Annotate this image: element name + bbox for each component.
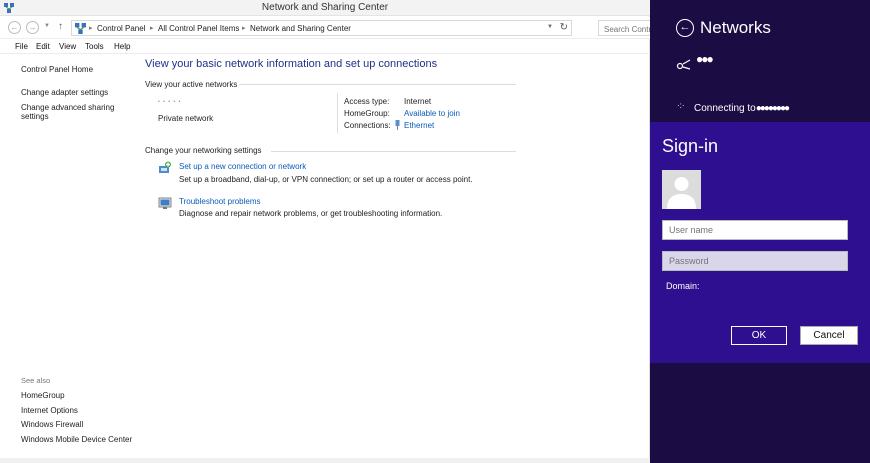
network-name-obscured: ●●●: [696, 52, 714, 66]
breadcrumb-separator[interactable]: ▸: [242, 24, 246, 32]
access-type-label: Access type:: [344, 97, 390, 106]
setup-connection-link[interactable]: Set up a new connection or network: [179, 162, 306, 171]
page-title: View your basic network information and …: [145, 58, 438, 70]
password-input[interactable]: [662, 251, 848, 271]
connecting-text: Connecting to: [694, 103, 756, 114]
cancel-button[interactable]: Cancel: [800, 326, 858, 345]
network-name-obscured: • • • • •: [158, 99, 182, 105]
section-divider: [239, 84, 516, 85]
menu-file[interactable]: File: [15, 42, 28, 51]
breadcrumb[interactable]: ▸ Control Panel ▸ All Control Panel Item…: [71, 20, 572, 36]
window-bottom-border: [0, 458, 650, 463]
search-input[interactable]: [598, 20, 650, 36]
menu-tools[interactable]: Tools: [85, 42, 104, 51]
breadcrumb-all-items[interactable]: All Control Panel Items: [158, 24, 239, 33]
breadcrumb-separator[interactable]: ▸: [150, 24, 154, 32]
recent-locations-dropdown[interactable]: ▼: [44, 23, 50, 29]
new-connection-icon: [159, 161, 171, 173]
see-also-windows-firewall-link[interactable]: Windows Firewall: [21, 420, 83, 429]
homegroup-link[interactable]: Available to join: [404, 109, 460, 118]
menu-view[interactable]: View: [59, 42, 76, 51]
menu-help[interactable]: Help: [114, 42, 130, 51]
signin-dialog: Sign-in Domain: OK Cancel: [650, 122, 870, 363]
connections-label: Connections:: [344, 121, 391, 130]
breadcrumb-network-center[interactable]: Network and Sharing Center: [250, 24, 351, 33]
window-title: Network and Sharing Center: [261, 2, 389, 13]
address-toolbar: ← → ▼ ↑ ▸ Control Panel ▸ All Control Pa…: [0, 17, 650, 39]
change-advanced-sharing-link-line2[interactable]: settings: [21, 112, 49, 121]
network-center-icon: [75, 23, 86, 34]
see-also-mobile-device-center-link[interactable]: Windows Mobile Device Center: [21, 435, 132, 444]
back-arrow-icon[interactable]: ←: [676, 19, 694, 37]
control-panel-home-link[interactable]: Control Panel Home: [21, 65, 93, 74]
access-type-value: Internet: [404, 97, 432, 106]
refresh-icon[interactable]: ↻: [560, 22, 568, 33]
network-type-label: Private network: [158, 114, 214, 123]
spinner-icon: ·:·: [677, 101, 685, 110]
ethernet-link[interactable]: Ethernet: [404, 121, 434, 130]
network-name-obscured: ●●●●●●●●: [755, 103, 790, 114]
user-avatar-icon: [662, 170, 701, 209]
troubleshoot-link[interactable]: Troubleshoot problems: [179, 197, 261, 206]
menu-edit[interactable]: Edit: [36, 42, 50, 51]
wifi-icon[interactable]: [676, 58, 694, 70]
breadcrumb-control-panel[interactable]: Control Panel: [97, 24, 145, 33]
setup-connection-description: Set up a broadband, dial-up, or VPN conn…: [179, 175, 473, 184]
signin-title: Sign-in: [662, 136, 719, 156]
see-also-label: See also: [21, 376, 51, 385]
address-dropdown[interactable]: ▼: [547, 24, 553, 30]
see-also-homegroup-link[interactable]: HomeGroup: [21, 391, 65, 400]
connecting-status: Connecting to●●●●●●●●: [694, 103, 790, 114]
left-navigation-pane: Control Panel Home Change adapter settin…: [0, 55, 140, 463]
section-divider: [271, 151, 516, 152]
see-also-internet-options-link[interactable]: Internet Options: [21, 406, 78, 415]
title-bar: Network and Sharing Center: [0, 0, 650, 16]
troubleshoot-icon: [158, 197, 172, 209]
networks-charm-panel: ← Networks ●●● ·:· Connecting to●●●●●●●●…: [650, 0, 870, 463]
networks-header: ← Networks ●●● ·:· Connecting to●●●●●●●●: [650, 0, 870, 121]
up-arrow-icon[interactable]: ↑: [58, 21, 63, 32]
domain-label: Domain:: [666, 281, 700, 291]
username-input[interactable]: [662, 220, 848, 240]
troubleshoot-description: Diagnose and repair network problems, or…: [179, 209, 443, 218]
menu-bar: File Edit View Tools Help: [0, 40, 650, 54]
vertical-divider: [337, 93, 338, 133]
change-adapter-settings-link[interactable]: Change adapter settings: [21, 88, 108, 97]
active-networks-heading: View your active networks: [145, 80, 238, 89]
change-settings-heading: Change your networking settings: [145, 146, 262, 155]
forward-arrow-icon[interactable]: →: [26, 21, 39, 34]
homegroup-label: HomeGroup:: [344, 109, 390, 118]
back-arrow-icon[interactable]: ←: [8, 21, 21, 34]
ok-button[interactable]: OK: [731, 326, 787, 345]
main-content: View your basic network information and …: [145, 55, 650, 463]
networks-title: Networks: [700, 18, 771, 37]
ethernet-icon: [395, 120, 400, 130]
network-sharing-window: Network and Sharing Center ← → ▼ ↑ ▸ Con…: [0, 0, 650, 463]
change-advanced-sharing-link[interactable]: Change advanced sharing: [21, 103, 114, 112]
breadcrumb-separator[interactable]: ▸: [89, 24, 93, 32]
